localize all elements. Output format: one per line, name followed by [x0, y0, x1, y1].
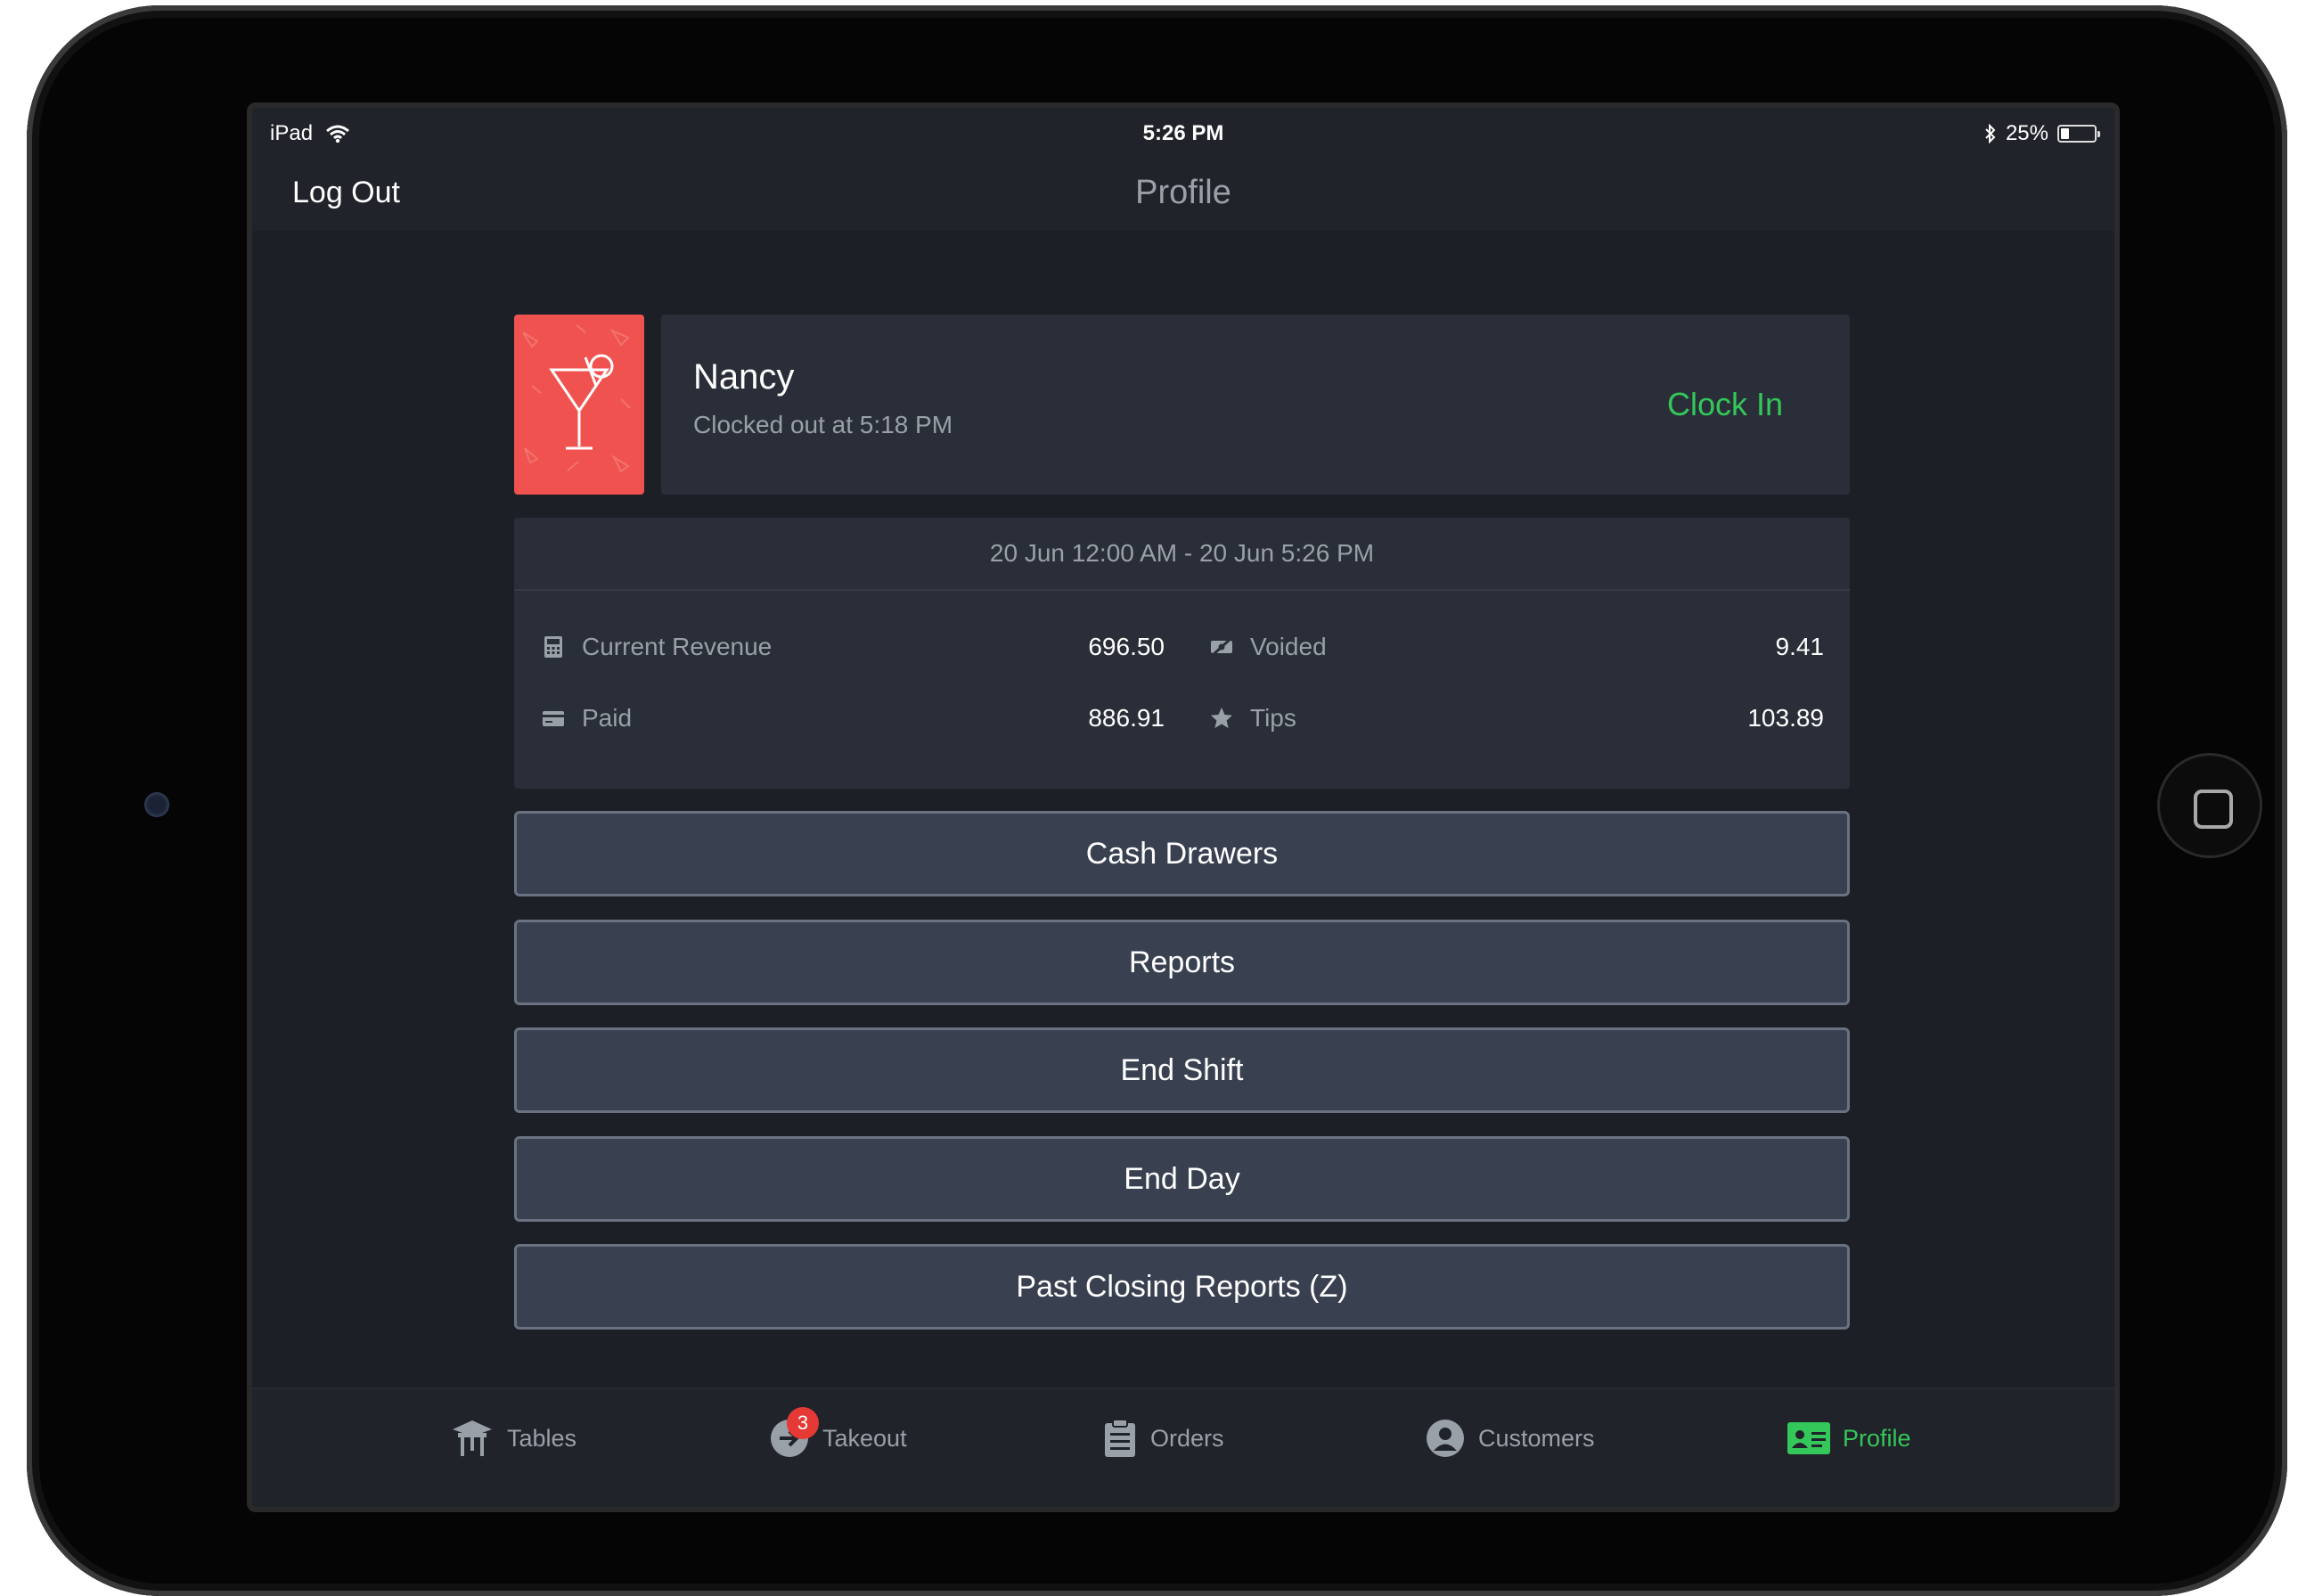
stats-panel: 20 Jun 12:00 AM - 20 Jun 5:26 PM Current…: [514, 518, 1850, 789]
page-title: Profile: [1135, 174, 1231, 211]
tab-label: Customers: [1478, 1424, 1595, 1452]
tab-orders[interactable]: Orders: [1102, 1412, 1224, 1465]
status-time: 5:26 PM: [1142, 121, 1224, 145]
stat-value: 696.50: [1088, 633, 1165, 660]
reports-button[interactable]: Reports: [514, 920, 1850, 1005]
date-range: 20 Jun 12:00 AM - 20 Jun 5:26 PM: [514, 518, 1850, 591]
tables-icon: [453, 1420, 492, 1456]
stat-voided: Voided 9.41: [1209, 625, 1824, 669]
stat-value: 103.89: [1747, 704, 1824, 732]
battery-percent: 25%: [2005, 121, 2048, 145]
voided-money-icon: [1210, 636, 1233, 658]
id-card-icon: [1787, 1422, 1830, 1454]
home-square-icon: [2194, 790, 2233, 829]
stat-paid: Paid 886.91: [541, 696, 1165, 741]
tab-label: Tables: [507, 1424, 577, 1452]
cash-drawers-button[interactable]: Cash Drawers: [514, 811, 1850, 896]
ipad-frame: iPad 5:26 PM 25% Log Out Profile Nancy C…: [27, 5, 2287, 1596]
bluetooth-icon: [1985, 124, 1996, 143]
tab-profile[interactable]: Profile: [1787, 1412, 1911, 1465]
calculator-icon: [544, 636, 562, 658]
front-camera: [144, 792, 169, 817]
stat-label-text: Tips: [1250, 704, 1296, 732]
stat-label-text: Voided: [1250, 633, 1327, 660]
tab-tables[interactable]: Tables: [450, 1412, 576, 1465]
person-icon: [1427, 1420, 1464, 1457]
tab-label: Orders: [1150, 1424, 1224, 1452]
tab-label: Takeout: [822, 1424, 907, 1452]
nav-bar: Log Out Profile: [252, 160, 2114, 231]
stat-label-text: Paid: [582, 704, 633, 732]
screen: iPad 5:26 PM 25% Log Out Profile Nancy C…: [252, 108, 2114, 1507]
star-icon: [1211, 708, 1232, 728]
clock-in-button[interactable]: Clock In: [1667, 386, 1783, 423]
tab-customers[interactable]: Customers: [1425, 1412, 1595, 1465]
tab-label: Profile: [1843, 1424, 1911, 1452]
credit-card-icon: [543, 711, 564, 726]
main-content: Nancy Clocked out at 5:18 PM Clock In 20…: [252, 231, 2114, 1387]
end-day-button[interactable]: End Day: [514, 1136, 1850, 1222]
stat-tips: Tips 103.89: [1209, 696, 1824, 741]
stat-current-revenue: Current Revenue 696.50: [541, 625, 1165, 669]
takeout-badge: 3: [787, 1407, 819, 1439]
stat-label-text: Current Revenue: [582, 633, 773, 660]
battery-icon: [2057, 125, 2100, 143]
status-bar: iPad 5:26 PM 25%: [252, 108, 2114, 160]
stat-value: 9.41: [1775, 633, 1825, 660]
clock-status: Clocked out at 5:18 PM: [693, 411, 953, 438]
clipboard-icon: [1105, 1419, 1135, 1457]
user-name: Nancy: [693, 357, 795, 397]
profile-card: Nancy Clocked out at 5:18 PM Clock In: [661, 315, 1850, 495]
tab-bar: Tables 3 Takeout Orders Customers Profil…: [252, 1387, 2114, 1507]
cocktail-icon: [522, 324, 631, 473]
home-button[interactable]: [2157, 753, 2262, 858]
past-closing-reports-button[interactable]: Past Closing Reports (Z): [514, 1244, 1850, 1330]
end-shift-button[interactable]: End Shift: [514, 1027, 1850, 1113]
tab-takeout[interactable]: 3 Takeout: [769, 1407, 907, 1465]
stat-value: 886.91: [1088, 704, 1165, 732]
avatar: [514, 315, 644, 495]
